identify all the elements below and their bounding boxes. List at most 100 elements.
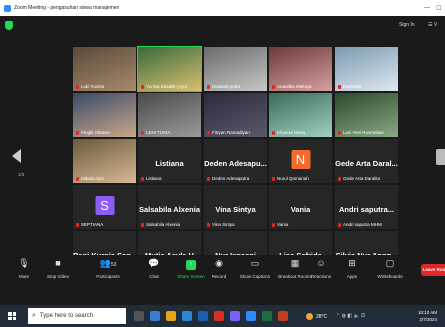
participant-name: Andri saputra MHM [343,222,382,227]
chat-button[interactable]: 💬 Chat [134,258,174,279]
participant-name-label: Listiana [141,176,162,181]
whiteboard-icon: ▢ [385,258,395,268]
participant-tile[interactable]: Lusi Yeni Rosmelani [335,93,398,137]
participant-name-label: riswandi putra [207,84,240,89]
participant-tile[interactable]: Fitryan Ramadiyan [204,93,267,137]
participant-name-label: Anandita Maitsya [272,84,312,89]
muted-mic-icon [338,176,341,181]
participant-name-label: Gede Arta Daralita [338,176,380,181]
participant-name-large: Deden Adesapu... [204,159,267,168]
participant-tile[interactable]: Andri saputra... Andri saputra MHM [335,185,398,229]
participant-name: Vina Sintya [212,222,235,227]
participant-tile[interactable]: Listiana Listiana [138,139,201,183]
next-page-button[interactable] [436,149,445,165]
muted-mic-icon [338,222,341,227]
participant-name-label: SEPTIANA [76,222,103,227]
participant-name-label: Vania [272,222,288,227]
system-tray[interactable]: ⌃ ◍ ◧ 🔈 ⎚ [336,313,365,319]
muted-mic-icon [76,176,79,181]
muted-mic-icon [76,84,79,89]
participant-tile[interactable]: riswandi putra [204,47,267,91]
participant-tile[interactable]: Khoerul Nissa [269,93,332,137]
powerpoint-app-icon[interactable] [278,311,288,321]
search-placeholder: Type here to search [39,313,93,319]
participants-button[interactable]: 👥53 Participants [85,258,131,279]
weather-widget[interactable]: 28°C [306,313,327,320]
participant-name-large: Salsabila Alxenia [138,205,200,214]
windows-start-icon[interactable] [8,312,16,320]
participant-tile[interactable]: Mikola Ajeri [73,139,136,183]
zoom-app-icon[interactable] [246,311,256,321]
leave-room-button[interactable]: Leave Roo [421,264,445,276]
participant-name: Luki Yusrita [81,84,105,89]
app-icon-3[interactable] [230,311,240,321]
video-camera-icon: ■ [55,258,61,268]
participant-name: Khoerul Nissa [277,130,306,135]
participant-name-large: Andri saputra... [338,205,394,214]
participant-name-label: Nurul Qomariah [272,176,309,181]
participant-tile[interactable]: Rapsona [335,47,398,91]
participants-icon: 👥53 [99,258,117,268]
muted-mic-icon [272,176,275,181]
taskbar-search-box[interactable]: ⌕ Type here to search [28,308,126,324]
participant-name: Deden Adesaputra [212,176,250,181]
muted-mic-icon [338,130,341,135]
participant-name: Gede Arta Daralita [343,176,381,181]
participant-name-label: Salsabila Alxenia [141,222,180,227]
view-button[interactable]: ☰ V [428,22,437,28]
participant-name-label: Deden Adesaputra [207,176,249,181]
participant-name-large: Vina Sintya [215,205,256,214]
participant-name: Anandita Maitsya [277,84,312,89]
muted-mic-icon [338,84,341,89]
participant-name: Rapsona [343,84,362,89]
muted-mic-icon [272,130,275,135]
participant-avatar: S [95,196,114,215]
chat-bubble-icon: 💬 [148,258,160,268]
participant-name: Pingki Oktavia [81,130,110,135]
participant-name: Mikola Ajeri [81,176,105,181]
app-icon-2[interactable] [198,311,208,321]
participant-name: Listiana [146,176,162,181]
task-view-icon[interactable] [134,311,144,321]
participant-name-label: Rapsona [338,84,361,89]
participant-name-large: Vania [290,205,311,214]
participant-tile[interactable]: Vina Sintya Vina Sintya [204,185,267,229]
chrome-browser-icon[interactable] [214,311,224,321]
edge-browser-icon[interactable] [182,311,192,321]
security-shield-icon[interactable] [5,21,13,30]
participant-tile[interactable]: Yuniza Ekadilit (Ayu) [137,46,202,92]
participant-name-label: Vina Sintya [207,222,235,227]
participant-name-large: Gede Arta Daral... [335,159,398,168]
participant-tile[interactable]: S SEPTIANA [73,185,136,229]
app-icon-1[interactable] [150,311,160,321]
participant-tile[interactable]: Pingki Oktavia [73,93,136,137]
stop-video-button[interactable]: ■ Stop Video [36,258,80,279]
whiteboards-button[interactable]: ▢ Whiteboards [365,258,415,279]
participant-tile[interactable]: Luki Yusrita [73,47,136,91]
participant-tile[interactable]: LENI TIARA [138,93,201,137]
muted-mic-icon [207,130,210,135]
file-explorer-icon[interactable] [166,311,176,321]
minimize-button[interactable]: — [421,5,433,11]
meeting-toolbar: 🎙 Mute ■ Stop Video 👥53 Participants 💬 Chat … [0,255,445,305]
maximize-button[interactable]: ☐ [433,5,445,12]
participant-tile[interactable]: N Nurul Qomariah [269,139,332,183]
participant-tile[interactable]: Anandita Maitsya [269,47,332,91]
participant-tile[interactable]: Salsabila Alxenia Salsabila Alxenia [138,185,201,229]
taskbar-clock[interactable]: 10:10 AM 2/7/2024 [418,309,437,323]
participant-tile[interactable]: Gede Arta Daral... Gede Arta Daralita [335,139,398,183]
muted-mic-icon [141,176,144,181]
excel-app-icon[interactable] [262,311,272,321]
sign-in-link[interactable]: Sign In [399,22,415,28]
participant-name: Lusi Yeni Rosmelani [343,130,384,135]
participant-name-label: LENI TIARA [141,130,170,135]
participants-count: 53 [110,262,117,268]
window-title: Zoom Meeting - pengasuhan siswa manajeme… [14,5,120,11]
previous-page-arrow-icon[interactable] [12,149,21,163]
search-icon: ⌕ [32,312,36,319]
participant-tile[interactable]: Deden Adesapu... Deden Adesaputra [204,139,267,183]
participant-name-label: Luki Yusrita [76,84,104,89]
participant-name: Nurul Qomariah [277,176,309,181]
participant-tile[interactable]: Vania Vania [269,185,332,229]
participant-name-label: Pingki Oktavia [76,130,110,135]
